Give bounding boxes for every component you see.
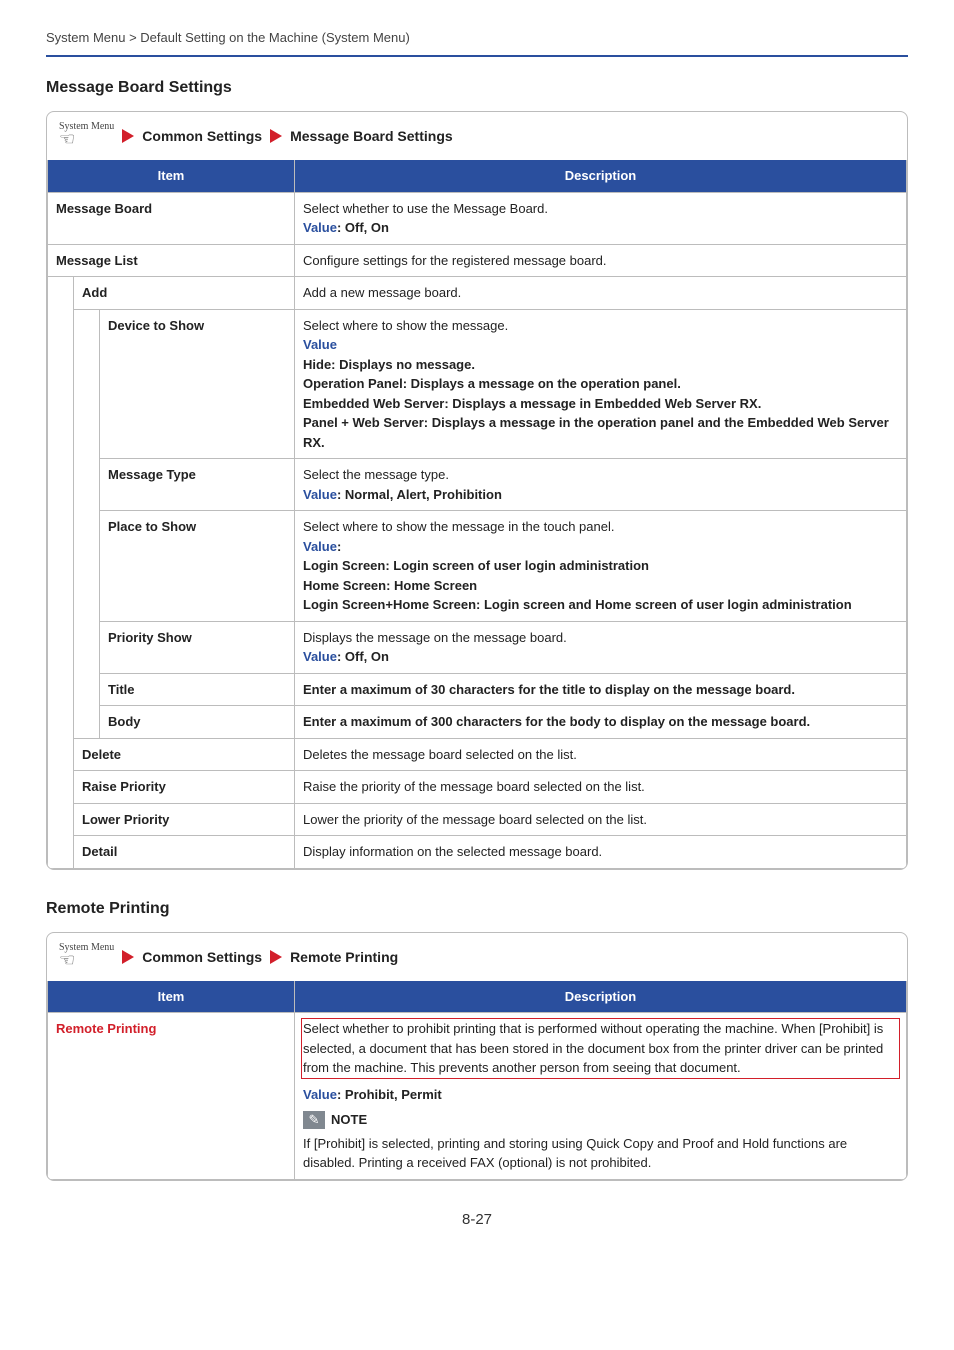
remote-printing-box: System Menu ☜ Common Settings Remote Pri… xyxy=(46,932,908,1181)
remote-printing-table: Item Description Remote Printing Select … xyxy=(47,981,907,1180)
item-cell: Title xyxy=(100,673,295,706)
hand-icon: ☜ xyxy=(59,130,75,148)
item-cell: Device to Show xyxy=(100,309,295,459)
note-text: If [Prohibit] is selected, printing and … xyxy=(303,1136,847,1171)
row-message-type: Message Type Select the message type. Va… xyxy=(48,459,907,511)
desc-cell: Display information on the selected mess… xyxy=(295,836,907,869)
item-cell: Message List xyxy=(48,244,295,277)
system-menu-icon: System Menu ☜ xyxy=(59,122,114,150)
row-device-to-show: Device to Show Select where to show the … xyxy=(48,309,907,459)
breadcrumb-common-settings: Common Settings xyxy=(142,949,262,965)
desc-cell: Enter a maximum of 300 characters for th… xyxy=(295,706,907,739)
th-description: Description xyxy=(295,160,907,192)
hand-icon: ☜ xyxy=(59,951,75,969)
arrow-icon xyxy=(270,950,282,964)
th-item: Item xyxy=(48,160,295,192)
row-place-to-show: Place to Show Select where to show the m… xyxy=(48,511,907,622)
arrow-icon xyxy=(122,950,134,964)
desc-cell: Displays the message on the message boar… xyxy=(295,621,907,673)
th-description: Description xyxy=(295,981,907,1013)
item-cell: Detail xyxy=(74,836,295,869)
section-title-remote-printing: Remote Printing xyxy=(46,900,908,918)
indent-cell xyxy=(48,277,74,869)
row-remote-printing: Remote Printing Select whether to prohib… xyxy=(48,1013,907,1180)
page-number: 8-27 xyxy=(46,1211,908,1228)
desc-cell: Lower the priority of the message board … xyxy=(295,803,907,836)
desc-cell: Select where to show the message. Value … xyxy=(295,309,907,459)
item-cell: Message Board xyxy=(48,192,295,244)
desc-cell: Select where to show the message in the … xyxy=(295,511,907,622)
desc-cell: Select the message type. Value: Normal, … xyxy=(295,459,907,511)
row-delete: Delete Deletes the message board selecte… xyxy=(48,738,907,771)
indent-cell xyxy=(74,309,100,738)
item-cell: Lower Priority xyxy=(74,803,295,836)
row-body: Body Enter a maximum of 300 characters f… xyxy=(48,706,907,739)
note-heading: ✎ NOTE xyxy=(303,1110,898,1130)
breadcrumb: System Menu ☜ Common Settings Remote Pri… xyxy=(47,933,907,981)
item-cell: Place to Show xyxy=(100,511,295,622)
row-message-board: Message Board Select whether to use the … xyxy=(48,192,907,244)
note-icon: ✎ xyxy=(303,1111,325,1129)
item-cell: Delete xyxy=(74,738,295,771)
row-raise-priority: Raise Priority Raise the priority of the… xyxy=(48,771,907,804)
row-title: Title Enter a maximum of 30 characters f… xyxy=(48,673,907,706)
item-cell: Raise Priority xyxy=(74,771,295,804)
remote-printing-description: Select whether to prohibit printing that… xyxy=(303,1021,883,1075)
breadcrumb-common-settings: Common Settings xyxy=(142,128,262,144)
system-menu-icon: System Menu ☜ xyxy=(59,943,114,971)
desc-cell: Select whether to use the Message Board.… xyxy=(295,192,907,244)
row-detail: Detail Display information on the select… xyxy=(48,836,907,869)
desc-cell: Raise the priority of the message board … xyxy=(295,771,907,804)
item-cell: Message Type xyxy=(100,459,295,511)
desc-cell: Add a new message board. xyxy=(295,277,907,310)
breadcrumb: System Menu ☜ Common Settings Message Bo… xyxy=(47,112,907,160)
item-cell[interactable]: Remote Printing xyxy=(48,1013,295,1180)
message-board-table: Item Description Message Board Select wh… xyxy=(47,160,907,869)
message-board-settings-box: System Menu ☜ Common Settings Message Bo… xyxy=(46,111,908,870)
row-message-list: Message List Configure settings for the … xyxy=(48,244,907,277)
desc-cell: Select whether to prohibit printing that… xyxy=(295,1013,907,1180)
breadcrumb-message-board-settings: Message Board Settings xyxy=(290,128,453,144)
item-cell: Body xyxy=(100,706,295,739)
arrow-icon xyxy=(270,129,282,143)
row-add: Add Add a new message board. xyxy=(48,277,907,310)
desc-cell: Configure settings for the registered me… xyxy=(295,244,907,277)
desc-cell: Deletes the message board selected on th… xyxy=(295,738,907,771)
row-priority-show: Priority Show Displays the message on th… xyxy=(48,621,907,673)
section-title-message-board: Message Board Settings xyxy=(46,79,908,97)
item-cell: Priority Show xyxy=(100,621,295,673)
breadcrumb-remote-printing: Remote Printing xyxy=(290,949,398,965)
arrow-icon xyxy=(122,129,134,143)
th-item: Item xyxy=(48,981,295,1013)
item-cell: Add xyxy=(74,277,295,310)
desc-cell: Enter a maximum of 30 characters for the… xyxy=(295,673,907,706)
page-header: System Menu > Default Setting on the Mac… xyxy=(46,30,908,57)
row-lower-priority: Lower Priority Lower the priority of the… xyxy=(48,803,907,836)
